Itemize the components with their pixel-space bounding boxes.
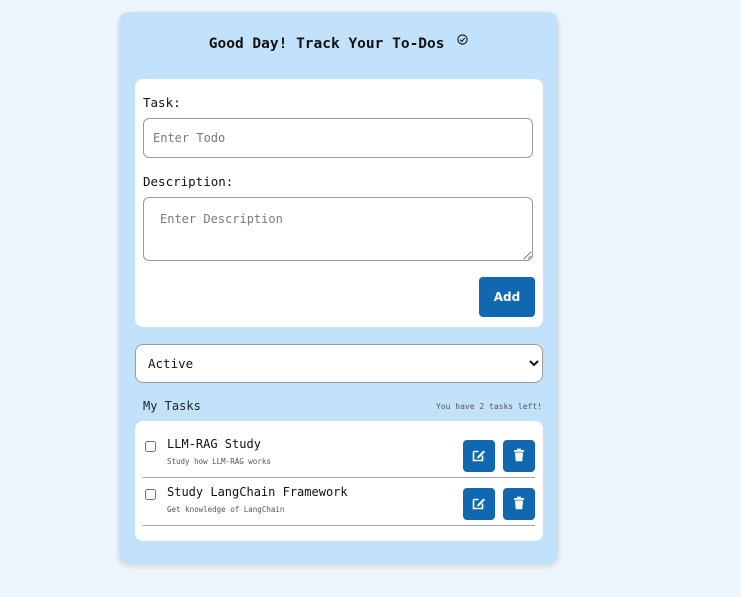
task-title: LLM-RAG Study xyxy=(167,437,261,451)
task-item: Study LangChain Framework Get knowledge … xyxy=(143,477,535,526)
tasks-remaining-text: You have 2 tasks left! xyxy=(436,402,542,411)
task-label: Task: xyxy=(143,95,181,110)
task-item: LLM-RAG Study Study how LLM-RAG works xyxy=(143,429,535,478)
todo-app: Good Day! Track Your To-Dos Task: Descri… xyxy=(119,12,558,564)
edit-icon xyxy=(471,495,487,514)
page-title-text: Good Day! Track Your To-Dos xyxy=(208,36,445,52)
task-complete-checkbox[interactable] xyxy=(145,489,156,500)
edit-task-button[interactable] xyxy=(463,440,495,472)
add-button[interactable]: Add xyxy=(479,277,535,317)
edit-task-button[interactable] xyxy=(463,488,495,520)
edit-icon xyxy=(471,447,487,466)
status-filter-select[interactable]: Active xyxy=(135,344,543,383)
trash-icon xyxy=(512,448,526,465)
task-description: Get knowledge of LangChain xyxy=(167,505,285,514)
description-label: Description: xyxy=(143,174,234,189)
trash-icon xyxy=(512,496,526,513)
my-tasks-heading: My Tasks xyxy=(143,399,201,413)
check-circle-icon xyxy=(457,33,468,49)
task-title: Study LangChain Framework xyxy=(167,485,348,499)
add-todo-form: Task: Description: Add xyxy=(135,79,543,327)
task-complete-checkbox[interactable] xyxy=(145,441,156,452)
delete-task-button[interactable] xyxy=(503,488,535,520)
page-title: Good Day! Track Your To-Dos xyxy=(119,33,558,52)
task-input[interactable] xyxy=(143,118,533,158)
description-input[interactable] xyxy=(143,197,533,261)
task-list: LLM-RAG Study Study how LLM-RAG works St… xyxy=(135,421,543,541)
task-description: Study how LLM-RAG works xyxy=(167,457,271,466)
delete-task-button[interactable] xyxy=(503,440,535,472)
